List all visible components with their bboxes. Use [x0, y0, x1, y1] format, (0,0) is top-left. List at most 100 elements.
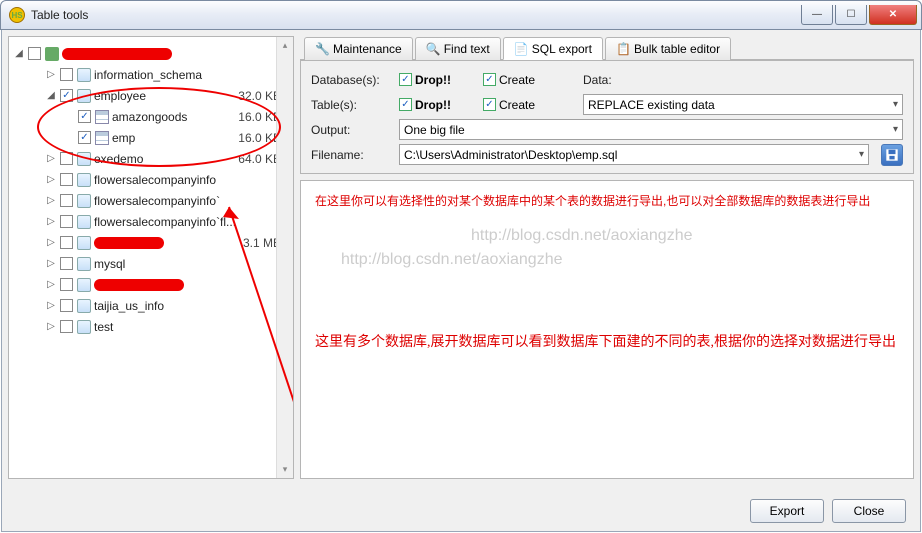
watermark-2: http://blog.csdn.net/aoxiangzhe — [341, 251, 563, 269]
checkbox[interactable] — [60, 89, 73, 102]
checkbox[interactable] — [60, 173, 73, 186]
db-drop-checkbox[interactable] — [399, 73, 412, 86]
database-icon — [77, 194, 91, 208]
expand-icon[interactable]: ▷ — [45, 195, 57, 206]
tree-scrollbar[interactable]: ▴▾ — [276, 37, 293, 478]
db-label: exedemo — [94, 152, 143, 166]
minimize-button[interactable]: — — [801, 5, 833, 25]
table-label: emp — [112, 131, 135, 145]
app-icon: HS — [9, 7, 25, 23]
db-create-checkbox[interactable] — [483, 73, 496, 86]
checkbox[interactable] — [60, 320, 73, 333]
tab-findtext[interactable]: 🔍 Find text — [415, 37, 501, 60]
expand-icon[interactable]: ▷ — [45, 258, 57, 269]
expand-icon[interactable]: ▷ — [45, 69, 57, 80]
output-label: Output: — [311, 123, 391, 137]
data-label: Data: — [583, 73, 612, 87]
db-label: test — [94, 320, 113, 334]
tab-sqlexport[interactable]: 📄SQL export — [503, 37, 603, 60]
database-icon — [77, 68, 91, 82]
tree-db-row[interactable]: ▷ — [13, 274, 289, 295]
db-size: 64.0 KB — [238, 152, 281, 166]
checkbox[interactable] — [60, 257, 73, 270]
data-mode-combo[interactable]: REPLACE existing data — [583, 94, 903, 115]
tree-db-row[interactable]: ◢employee32.0 KB — [13, 85, 289, 106]
tree-db-row[interactable]: ▷ flowersalecompanyinfo — [13, 169, 289, 190]
filename-combo[interactable]: C:\Users\Administrator\Desktop\emp.sql — [399, 144, 869, 165]
collapse-icon[interactable]: ◢ — [13, 48, 25, 59]
database-icon — [77, 257, 91, 271]
redacted-label — [94, 237, 164, 249]
table-icon — [95, 110, 109, 124]
db-label: flowersalecompanyinfo — [94, 173, 216, 187]
output-mode-combo[interactable]: One big file — [399, 119, 903, 140]
tree-db-row[interactable]: ▷flowersalecompanyinfo`fl... — [13, 211, 289, 232]
table-size: 16.0 KB — [238, 131, 281, 145]
database-icon — [77, 89, 91, 103]
tab-label: SQL export — [532, 42, 592, 56]
database-tree-panel: ◢ ▷ information_schema ◢employee32.0 KBama… — [8, 36, 294, 479]
db-label: taijia_us_info — [94, 299, 164, 313]
tab-maintenance[interactable]: 🔧Maintenance — [304, 37, 413, 60]
database-icon — [77, 299, 91, 313]
expand-icon[interactable]: ▷ — [45, 153, 57, 164]
db-size: 32.0 KB — [238, 89, 281, 103]
expand-icon[interactable]: ▷ — [45, 279, 57, 290]
tree-table-row[interactable]: amazongoods16.0 KB — [13, 106, 289, 127]
close-button[interactable]: Close — [832, 499, 906, 523]
checkbox[interactable] — [60, 194, 73, 207]
tab-label: Bulk table editor — [634, 42, 720, 56]
annotation-text-2: 这里有多个数据库,展开数据库可以看到数据库下面建的不同的表,根据你的选择对数据进… — [315, 332, 899, 353]
export-form: Database(s): Drop!! Create Data: Table(s… — [300, 60, 914, 174]
maximize-button[interactable]: ☐ — [835, 5, 867, 25]
tree-db-row[interactable]: ▷ taijia_us_info — [13, 295, 289, 316]
checkbox[interactable] — [60, 299, 73, 312]
maintenance-icon: 🔧 — [315, 42, 329, 56]
tab-bar: 🔧Maintenance 🔍 Find text 📄SQL export 📋 Bulk t… — [300, 36, 914, 60]
checkbox[interactable] — [28, 47, 41, 60]
database-icon — [77, 173, 91, 187]
database-icon — [77, 152, 91, 166]
close-window-button[interactable]: ✕ — [869, 5, 917, 25]
export-button[interactable]: Export — [750, 499, 824, 523]
tbl-create-checkbox[interactable] — [483, 98, 496, 111]
checkbox[interactable] — [60, 152, 73, 165]
collapse-icon[interactable]: ◢ — [45, 90, 57, 101]
tree-db-row[interactable]: ▷mysql — [13, 253, 289, 274]
checkbox[interactable] — [60, 236, 73, 249]
checkbox[interactable] — [60, 215, 73, 228]
tree-table-row[interactable]: emp 16.0 KB — [13, 127, 289, 148]
database-icon — [77, 320, 91, 334]
table-size: 16.0 KB — [238, 110, 281, 124]
tab-bulkeditor[interactable]: 📋 Bulk table editor — [605, 37, 731, 60]
bulkeditor-icon: 📋 — [616, 42, 630, 56]
checkbox[interactable] — [78, 110, 91, 123]
tree-db-row[interactable]: ▷ exedemo 64.0 KB — [13, 148, 289, 169]
checkbox[interactable] — [78, 131, 91, 144]
server-icon — [45, 47, 59, 61]
filename-label: Filename: — [311, 148, 391, 162]
checkbox[interactable] — [60, 68, 73, 81]
expand-icon[interactable]: ▷ — [45, 174, 57, 185]
tree-db-row[interactable]: ▷ information_schema — [13, 64, 289, 85]
expand-icon[interactable]: ▷ — [45, 216, 57, 227]
tree-db-row[interactable]: ▷3.1 MB — [13, 232, 289, 253]
tab-label: Find text — [444, 42, 490, 56]
window-titlebar: HS Table tools — ☐ ✕ — [0, 0, 922, 30]
expand-icon[interactable]: ▷ — [45, 300, 57, 311]
checkbox[interactable] — [60, 278, 73, 291]
expand-icon[interactable]: ▷ — [45, 237, 57, 248]
tree-root[interactable]: ◢ — [13, 43, 289, 64]
tree-db-row[interactable]: ▷flowersalecompanyinfo` — [13, 190, 289, 211]
redacted-label — [62, 48, 172, 60]
save-filename-button[interactable] — [881, 144, 903, 166]
tbl-drop-checkbox[interactable] — [399, 98, 412, 111]
findtext-icon: 🔍 — [426, 42, 440, 56]
tree-db-row[interactable]: ▷ test — [13, 316, 289, 337]
expand-icon[interactable]: ▷ — [45, 321, 57, 332]
db-label: information_schema — [94, 68, 202, 82]
annotation-text-1: 在这里你可以有选择性的对某个数据库中的某个表的数据进行导出,也可以对全部数据库的… — [315, 191, 899, 212]
tables-label: Table(s): — [311, 98, 391, 112]
database-icon — [77, 278, 91, 292]
floppy-icon — [885, 148, 899, 162]
